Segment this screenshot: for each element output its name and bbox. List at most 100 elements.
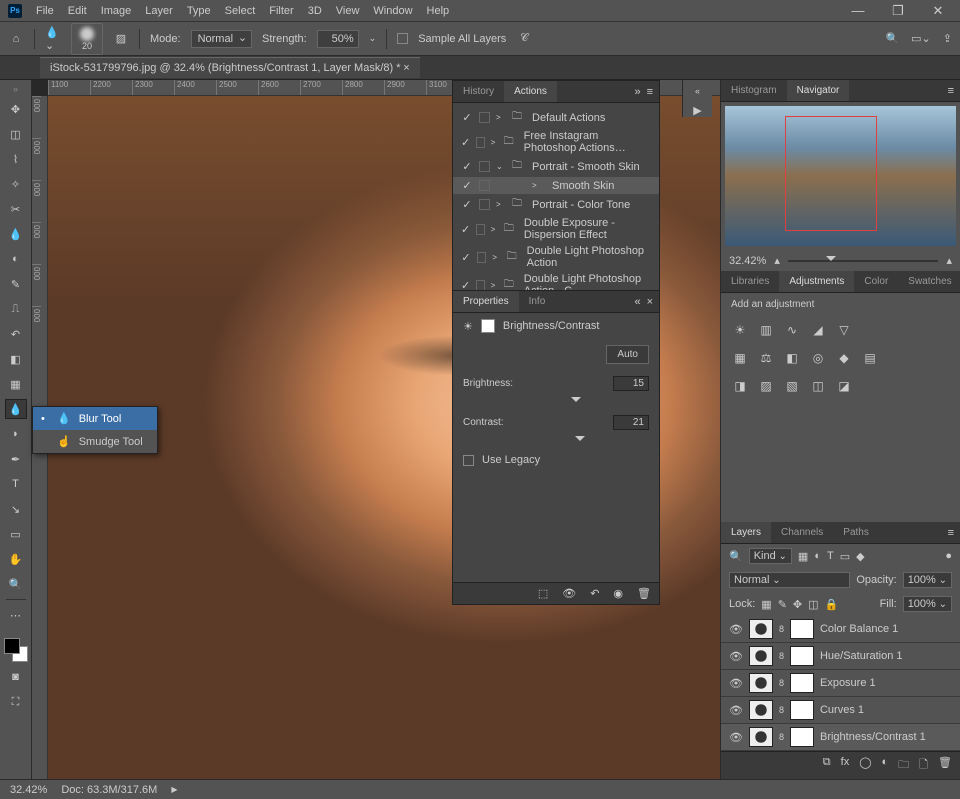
menu-3d[interactable]: 3D bbox=[308, 5, 322, 17]
filter-shape-icon[interactable]: ▭ bbox=[840, 550, 850, 563]
fill-input[interactable]: 100% ⌄ bbox=[903, 596, 952, 612]
filter-type-icon[interactable]: T bbox=[827, 550, 834, 562]
lock-trans-icon[interactable]: ▦ bbox=[761, 598, 771, 611]
filter-adj-icon[interactable]: ◐ bbox=[814, 550, 821, 562]
mode-select[interactable]: Normal bbox=[191, 30, 252, 48]
menu-select[interactable]: Select bbox=[225, 5, 256, 17]
hue-icon[interactable]: ▦ bbox=[731, 350, 749, 366]
window-close[interactable]: ✕ bbox=[924, 3, 952, 19]
sample-all-checkbox[interactable] bbox=[397, 33, 408, 44]
tab-history[interactable]: History bbox=[453, 81, 504, 102]
reset-icon[interactable]: ↶ bbox=[590, 587, 599, 600]
panel-menu-icon[interactable]: ≡ bbox=[647, 86, 653, 98]
close-tab-icon[interactable]: × bbox=[403, 62, 409, 74]
zoom-in-icon[interactable]: ▴ bbox=[946, 254, 952, 267]
airbrush-icon[interactable]: 𝒞 bbox=[516, 31, 532, 47]
pen-tool[interactable]: ✒ bbox=[5, 449, 27, 469]
marquee-tool[interactable]: ◫ bbox=[5, 124, 27, 144]
history-brush-tool[interactable]: ↶ bbox=[5, 324, 27, 344]
menu-image[interactable]: Image bbox=[101, 5, 132, 17]
lock-pixel-icon[interactable]: ✎ bbox=[778, 598, 787, 611]
tab-swatches[interactable]: Swatches bbox=[898, 271, 960, 292]
menu-help[interactable]: Help bbox=[427, 5, 450, 17]
clip-icon[interactable]: ⬚ bbox=[538, 587, 548, 600]
eraser-tool[interactable]: ◧ bbox=[5, 349, 27, 369]
filter-smart-icon[interactable]: ◆ bbox=[856, 550, 864, 563]
tab-histogram[interactable]: Histogram bbox=[721, 80, 787, 101]
color-swatches[interactable] bbox=[4, 638, 28, 662]
window-minimize[interactable]: — bbox=[844, 3, 872, 19]
vibrance-icon[interactable]: ▽ bbox=[835, 322, 853, 338]
tab-info[interactable]: Info bbox=[519, 291, 556, 312]
tab-properties[interactable]: Properties bbox=[453, 291, 519, 312]
strength-input[interactable]: 50% bbox=[317, 30, 359, 48]
bw-icon[interactable]: ◧ bbox=[783, 350, 801, 366]
zoom-tool[interactable]: 🔍 bbox=[5, 574, 27, 594]
layer-row[interactable]: 👁8Exposure 1 bbox=[721, 670, 960, 697]
new-group-icon[interactable]: 🗀 bbox=[898, 756, 909, 775]
document-tab[interactable]: iStock-531799796.jpg @ 32.4% (Brightness… bbox=[40, 57, 420, 78]
use-legacy-checkbox[interactable] bbox=[463, 455, 474, 466]
layer-name[interactable]: Color Balance 1 bbox=[820, 623, 898, 635]
lock-pos-icon[interactable]: ✥ bbox=[793, 598, 802, 611]
mask-thumb-icon[interactable] bbox=[481, 319, 495, 333]
action-row[interactable]: ✓>🗀Free Instagram Photoshop Actions… bbox=[453, 128, 659, 156]
tab-paths[interactable]: Paths bbox=[833, 522, 879, 543]
clone-stamp-tool[interactable]: ⎍ bbox=[5, 299, 27, 319]
brightness-icon[interactable]: ☀ bbox=[731, 322, 749, 338]
action-row[interactable]: ✓>🗀Double Light Photoshop Action bbox=[453, 243, 659, 271]
zoom-slider[interactable] bbox=[788, 260, 939, 262]
collapse-icon[interactable]: « bbox=[634, 296, 640, 308]
quick-mask-icon[interactable]: ◙ bbox=[5, 667, 27, 687]
type-tool[interactable]: T bbox=[5, 474, 27, 494]
brush-tool[interactable]: ✎ bbox=[5, 274, 27, 294]
lookup-icon[interactable]: ▤ bbox=[861, 350, 879, 366]
drop-icon[interactable]: 💧⌄ bbox=[45, 31, 61, 47]
visibility-icon[interactable]: 👁 bbox=[729, 704, 743, 717]
menu-filter[interactable]: Filter bbox=[269, 5, 293, 17]
layer-name[interactable]: Curves 1 bbox=[820, 704, 864, 716]
menu-view[interactable]: View bbox=[336, 5, 360, 17]
action-row[interactable]: ✓>🗀Portrait - Color Tone bbox=[453, 194, 659, 215]
menu-edit[interactable]: Edit bbox=[68, 5, 87, 17]
tab-actions[interactable]: Actions bbox=[504, 81, 557, 102]
curves-icon[interactable]: ∿ bbox=[783, 322, 801, 338]
status-zoom[interactable]: 32.42% bbox=[10, 784, 47, 796]
gradient-map-icon[interactable]: ◫ bbox=[809, 378, 827, 394]
menu-layer[interactable]: Layer bbox=[145, 5, 173, 17]
dodge-tool[interactable]: ◗ bbox=[5, 424, 27, 444]
brightness-input[interactable]: 15 bbox=[613, 376, 649, 391]
zoom-out-icon[interactable]: ▴ bbox=[774, 254, 780, 267]
layer-name[interactable]: Brightness/Contrast 1 bbox=[820, 731, 926, 743]
new-adj-icon[interactable]: ◐ bbox=[882, 756, 889, 775]
layer-name[interactable]: Hue/Saturation 1 bbox=[820, 650, 903, 662]
menu-file[interactable]: File bbox=[36, 5, 54, 17]
path-tool[interactable]: ↘ bbox=[5, 499, 27, 519]
spot-heal-tool[interactable]: ◐ bbox=[5, 249, 27, 269]
threshold-icon[interactable]: ▧ bbox=[783, 378, 801, 394]
menu-window[interactable]: Window bbox=[373, 5, 412, 17]
action-row[interactable]: ✓>🗀Double Exposure - Dispersion Effect bbox=[453, 215, 659, 243]
selective-icon[interactable]: ◪ bbox=[835, 378, 853, 394]
edit-toolbar[interactable]: ⋯ bbox=[5, 605, 27, 625]
layer-name[interactable]: Exposure 1 bbox=[820, 677, 876, 689]
home-icon[interactable]: ⌂ bbox=[8, 31, 24, 47]
gradient-tool[interactable]: ▦ bbox=[5, 374, 27, 394]
opacity-input[interactable]: 100% ⌄ bbox=[903, 572, 952, 588]
photo-filter-icon[interactable]: ◎ bbox=[809, 350, 827, 366]
visibility-icon[interactable]: ◉ bbox=[613, 587, 623, 600]
tab-color[interactable]: Color bbox=[854, 271, 898, 292]
flyout-smudge-tool[interactable]: ☝ Smudge Tool bbox=[33, 430, 157, 453]
layer-mask-icon[interactable]: ◯ bbox=[859, 756, 871, 775]
visibility-icon[interactable]: 👁 bbox=[729, 650, 743, 663]
status-doc[interactable]: Doc: 63.3M/317.6M bbox=[61, 784, 157, 796]
close-icon[interactable]: × bbox=[647, 296, 653, 308]
action-row[interactable]: ✓⌄🗀Portrait - Smooth Skin bbox=[453, 156, 659, 177]
invert-icon[interactable]: ◨ bbox=[731, 378, 749, 394]
panel-menu-icon[interactable]: ≡ bbox=[948, 85, 954, 97]
balance-icon[interactable]: ⚖ bbox=[757, 350, 775, 366]
tab-layers[interactable]: Layers bbox=[721, 522, 771, 543]
hand-tool[interactable]: ✋ bbox=[5, 549, 27, 569]
filter-pixel-icon[interactable]: ▦ bbox=[798, 550, 808, 563]
search-icon[interactable]: 🔍 bbox=[885, 32, 899, 45]
